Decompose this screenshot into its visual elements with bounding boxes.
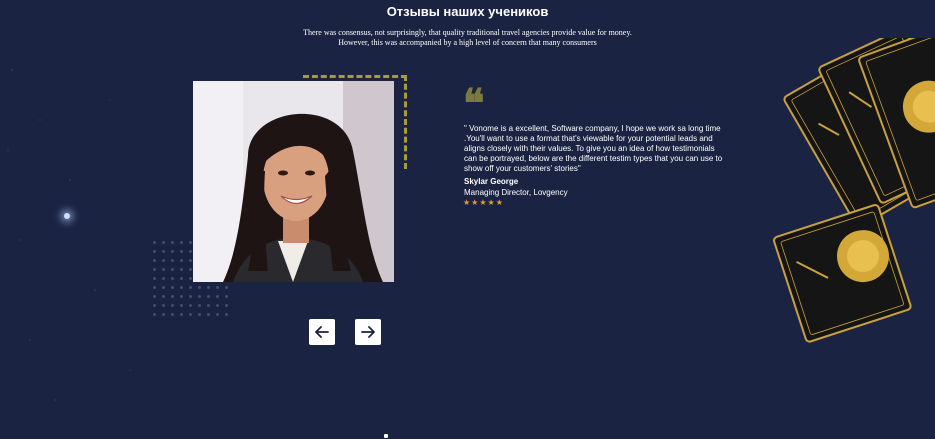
star-rating: ★★★★★	[463, 198, 504, 207]
next-testimonial-button[interactable]	[355, 319, 381, 345]
subtitle-line-1: There was consensus, not surprisingly, t…	[303, 28, 632, 37]
bright-star-decoration	[64, 213, 70, 219]
portrait-illustration	[193, 81, 394, 282]
author-name: Skylar George	[464, 177, 519, 186]
tarot-cards-decoration	[773, 38, 935, 343]
starfield-background	[0, 40, 160, 439]
testimonial-photo	[193, 81, 394, 282]
scroll-indicator	[384, 434, 388, 438]
arrow-left-icon	[315, 326, 329, 338]
arrow-right-icon	[361, 326, 375, 338]
author-role: Managing Director, Lovgency	[464, 188, 568, 197]
testimonial-quote: " Vonome is a excellent, Software compan…	[464, 124, 723, 173]
prev-testimonial-button[interactable]	[309, 319, 335, 345]
quote-icon: ❝	[463, 80, 485, 127]
section-title: Отзывы наших учеников	[386, 4, 549, 19]
